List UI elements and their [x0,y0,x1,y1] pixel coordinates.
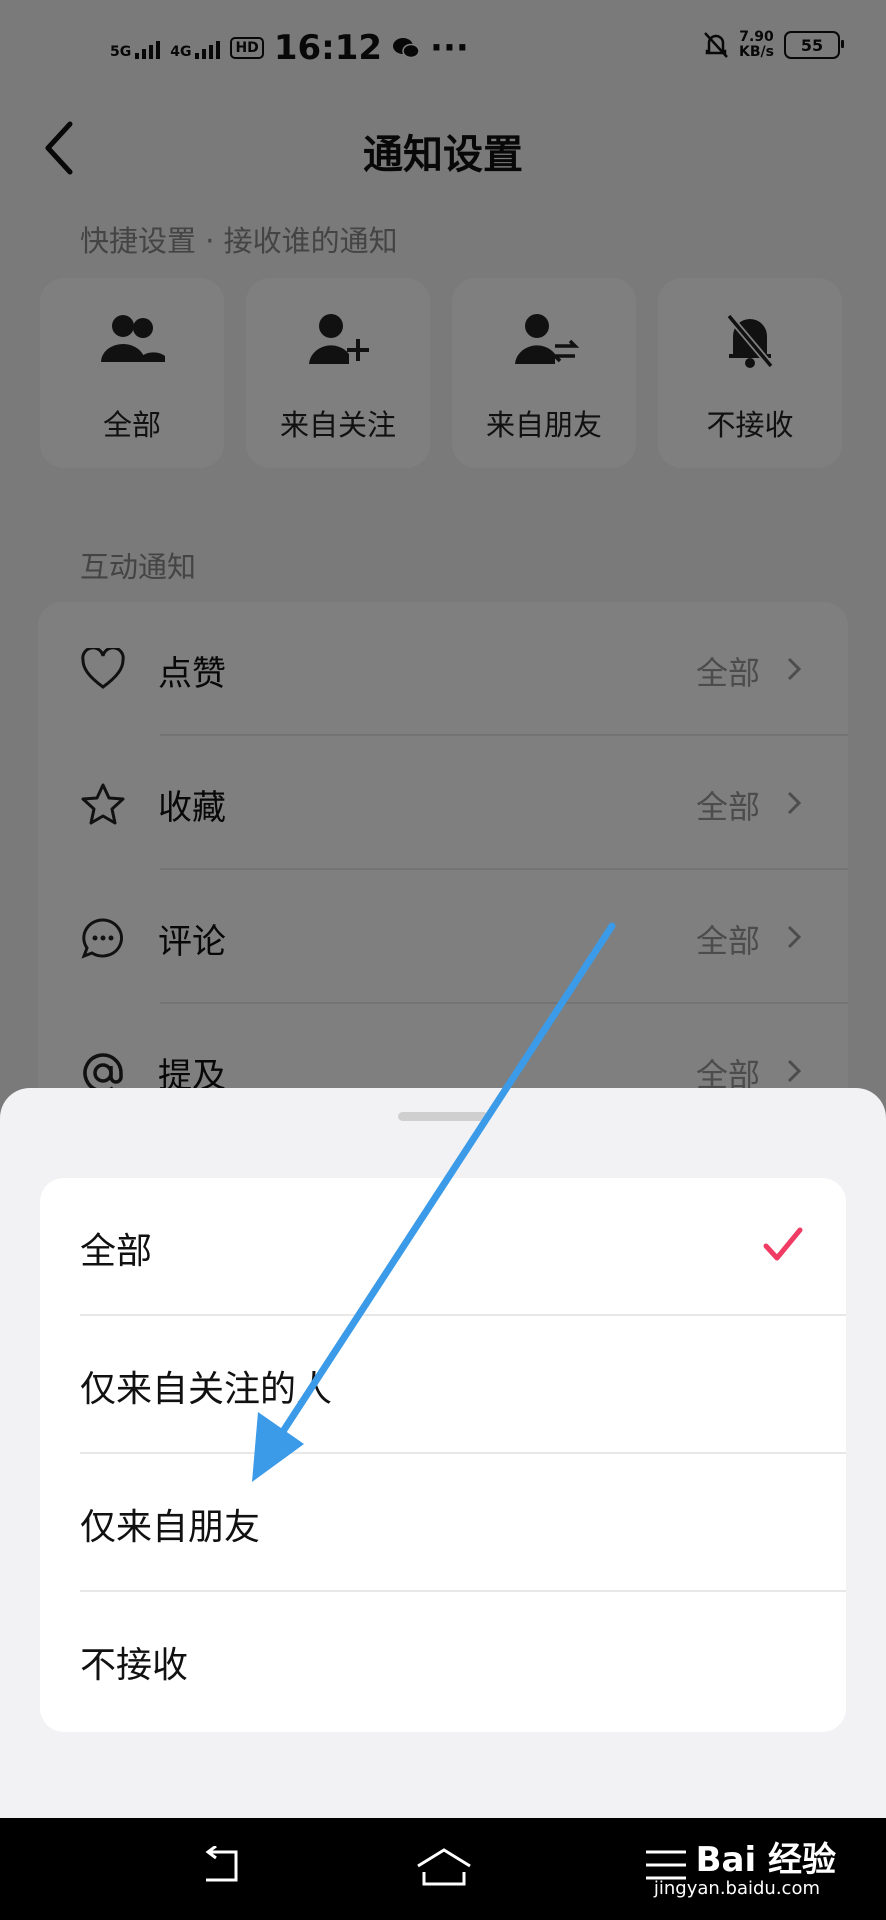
option-list: 全部 仅来自关注的人 仅来自朋友 不接收 [40,1178,846,1732]
checkmark-icon [763,1227,803,1261]
option-label: 仅来自关注的人 [80,1369,333,1410]
bottom-sheet: 全部 仅来自关注的人 仅来自朋友 不接收 [0,1088,886,1818]
watermark-logo: Bai 经验 [695,1840,836,1880]
option-label: 仅来自朋友 [80,1507,261,1548]
option-all[interactable]: 全部 [40,1178,846,1316]
sheet-drag-handle[interactable] [398,1112,488,1121]
option-label: 不接收 [80,1645,189,1686]
option-friends-only[interactable]: 仅来自朋友 [40,1454,846,1592]
option-label: 全部 [80,1231,153,1272]
option-following-only[interactable]: 仅来自关注的人 [40,1316,846,1454]
option-none[interactable]: 不接收 [40,1592,846,1730]
home-nav-icon[interactable] [414,1846,474,1888]
watermark-url: jingyan.baidu.com [653,1878,820,1899]
back-nav-icon[interactable] [196,1846,246,1886]
